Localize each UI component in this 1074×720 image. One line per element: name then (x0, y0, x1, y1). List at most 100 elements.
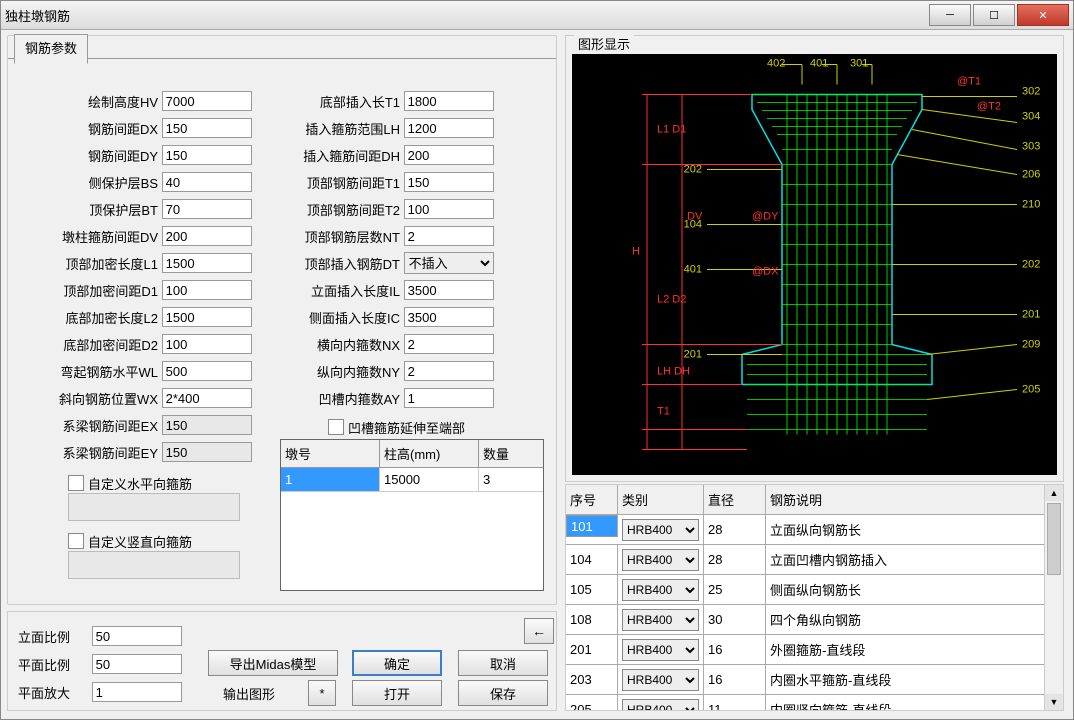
rebar-dia[interactable]: 16 (704, 665, 766, 694)
lbl-DT: 顶部插入钢筋DT (280, 254, 400, 273)
rebar-desc: 立面凹槽内钢筋插入 (766, 545, 1063, 574)
rebar-th-1: 序号 (566, 485, 618, 514)
inp-NX[interactable] (404, 334, 494, 354)
rebar-dia[interactable]: 28 (704, 545, 766, 574)
rebar-type-select[interactable]: HRB400 (622, 549, 699, 571)
svg-text:201: 201 (1022, 309, 1040, 321)
close-button[interactable]: ✕ (1017, 4, 1069, 26)
pier-th-3: 数量 (479, 440, 543, 467)
rebar-row[interactable]: 105HRB40025侧面纵向钢筋长 (566, 575, 1063, 605)
svg-text:T1: T1 (657, 406, 670, 418)
inp-DH[interactable] (404, 145, 494, 165)
inp-AY[interactable] (404, 388, 494, 408)
rebar-dia[interactable]: 30 (704, 605, 766, 634)
lbl-output: 输出图形 (223, 684, 275, 703)
svg-text:209: 209 (1022, 339, 1040, 351)
chk-extend[interactable] (328, 419, 344, 435)
rebar-type-select[interactable]: HRB400 (622, 639, 699, 661)
chk-custom-h[interactable] (68, 475, 84, 491)
minimize-button[interactable]: ─ (929, 4, 971, 26)
rebar-dia[interactable]: 16 (704, 635, 766, 664)
lbl-NT1: 顶部钢筋间距T1 (280, 173, 400, 192)
inp-BT[interactable] (162, 199, 252, 219)
btn-star[interactable]: * (308, 680, 336, 706)
rebar-type-select[interactable]: HRB400 (622, 699, 699, 712)
rebar-row[interactable]: 108HRB40030四个角纵向钢筋 (566, 605, 1063, 635)
params-panel: 钢筋参数 /*positions computed below via inli… (7, 35, 557, 605)
btn-export-midas[interactable]: 导出Midas模型 (208, 650, 338, 676)
btn-open[interactable]: 打开 (352, 680, 442, 706)
scroll-down-icon[interactable]: ▼ (1045, 694, 1063, 710)
svg-text:402: 402 (767, 58, 785, 70)
rebar-row[interactable]: 101HRB40028立面纵向钢筋长 (566, 515, 1063, 545)
inp-zoom[interactable] (92, 682, 182, 702)
inp-NT2[interactable] (404, 199, 494, 219)
lbl-DH: 插入箍筋间距DH (280, 146, 400, 165)
arrow-left-button[interactable]: ← (524, 618, 554, 644)
scroll-thumb[interactable] (1047, 503, 1061, 575)
inp-LH[interactable] (404, 118, 494, 138)
btn-ok[interactable]: 确定 (352, 650, 442, 676)
lbl-chkV: 自定义竖直向箍筋 (88, 532, 192, 551)
rebar-header: 序号 类别 直径 钢筋说明 (566, 485, 1063, 515)
pier-td-3: 3 (479, 468, 543, 491)
rebar-row[interactable]: 104HRB40028立面凹槽内钢筋插入 (566, 545, 1063, 575)
rebar-type-select[interactable]: HRB400 (622, 519, 699, 541)
table-scrollbar[interactable]: ▲ ▼ (1044, 485, 1063, 710)
inp-WL[interactable] (162, 361, 252, 381)
lbl-LH: 插入箍筋范围LH (280, 119, 400, 138)
inp-plan[interactable] (92, 654, 182, 674)
inp-WX[interactable] (162, 388, 252, 408)
lbl-L1: 顶部加密长度L1 (18, 254, 158, 273)
inp-NT1[interactable] (404, 172, 494, 192)
rebar-type-cell: HRB400 (618, 635, 704, 664)
pier-table[interactable]: 墩号 柱高(mm) 数量 1 15000 3 (280, 439, 544, 591)
inp-NT[interactable] (404, 226, 494, 246)
inp-IL[interactable] (404, 280, 494, 300)
inp-DV[interactable] (162, 226, 252, 246)
svg-text:202: 202 (684, 164, 702, 176)
svg-text:H: H (632, 246, 640, 258)
inp-D1[interactable] (162, 280, 252, 300)
rebar-dia[interactable]: 25 (704, 575, 766, 604)
chk-custom-v[interactable] (68, 533, 84, 549)
rebar-row[interactable]: 203HRB40016内圈水平箍筋-直线段 (566, 665, 1063, 695)
rebar-desc: 外圈箍筋-直线段 (766, 635, 1063, 664)
bottom-panel: 立面比例 平面比例 平面放大 导出Midas模型 确定 取消 输出图形 * 打开… (7, 611, 557, 711)
inp-IC[interactable] (404, 307, 494, 327)
maximize-button[interactable]: ☐ (973, 4, 1015, 26)
inp-T1[interactable] (404, 91, 494, 111)
rebar-dia[interactable]: 11 (704, 695, 766, 711)
inp-D2[interactable] (162, 334, 252, 354)
inp-L1[interactable] (162, 253, 252, 273)
lbl-zoom: 平面放大 (18, 683, 88, 702)
rebar-row[interactable]: 201HRB40016外圈箍筋-直线段 (566, 635, 1063, 665)
rebar-type-select[interactable]: HRB400 (622, 669, 699, 691)
inp-DY[interactable] (162, 145, 252, 165)
rebar-dia[interactable]: 28 (704, 515, 766, 544)
scroll-up-icon[interactable]: ▲ (1045, 485, 1063, 501)
lbl-IC: 侧面插入长度IC (280, 308, 400, 327)
rebar-row[interactable]: 205HRB40011内圈竖向箍筋-直线段 (566, 695, 1063, 711)
inp-BS[interactable] (162, 172, 252, 192)
btn-cancel[interactable]: 取消 (458, 650, 548, 676)
rebar-type-cell: HRB400 (618, 515, 704, 544)
tab-params[interactable]: 钢筋参数 (14, 34, 88, 64)
inp-DX[interactable] (162, 118, 252, 138)
inp-HV[interactable] (162, 91, 252, 111)
lbl-face: 立面比例 (18, 627, 88, 646)
inp-face[interactable] (92, 626, 182, 646)
pier-row[interactable]: 1 15000 3 (281, 468, 543, 492)
inp-L2[interactable] (162, 307, 252, 327)
graph-panel: 图形显示 (565, 35, 1064, 482)
sel-DT[interactable]: 不插入 (404, 252, 494, 274)
lbl-EY: 系梁钢筋间距EY (18, 443, 158, 462)
inp-NY[interactable] (404, 361, 494, 381)
btn-save[interactable]: 保存 (458, 680, 548, 706)
lbl-T1: 底部插入长T1 (280, 92, 400, 111)
inp-chkH-txt (68, 493, 240, 521)
rebar-type-select[interactable]: HRB400 (622, 609, 699, 631)
pier-td-2: 15000 (380, 468, 479, 491)
rebar-type-select[interactable]: HRB400 (622, 579, 699, 601)
lbl-NY: 纵向内箍数NY (280, 362, 400, 381)
